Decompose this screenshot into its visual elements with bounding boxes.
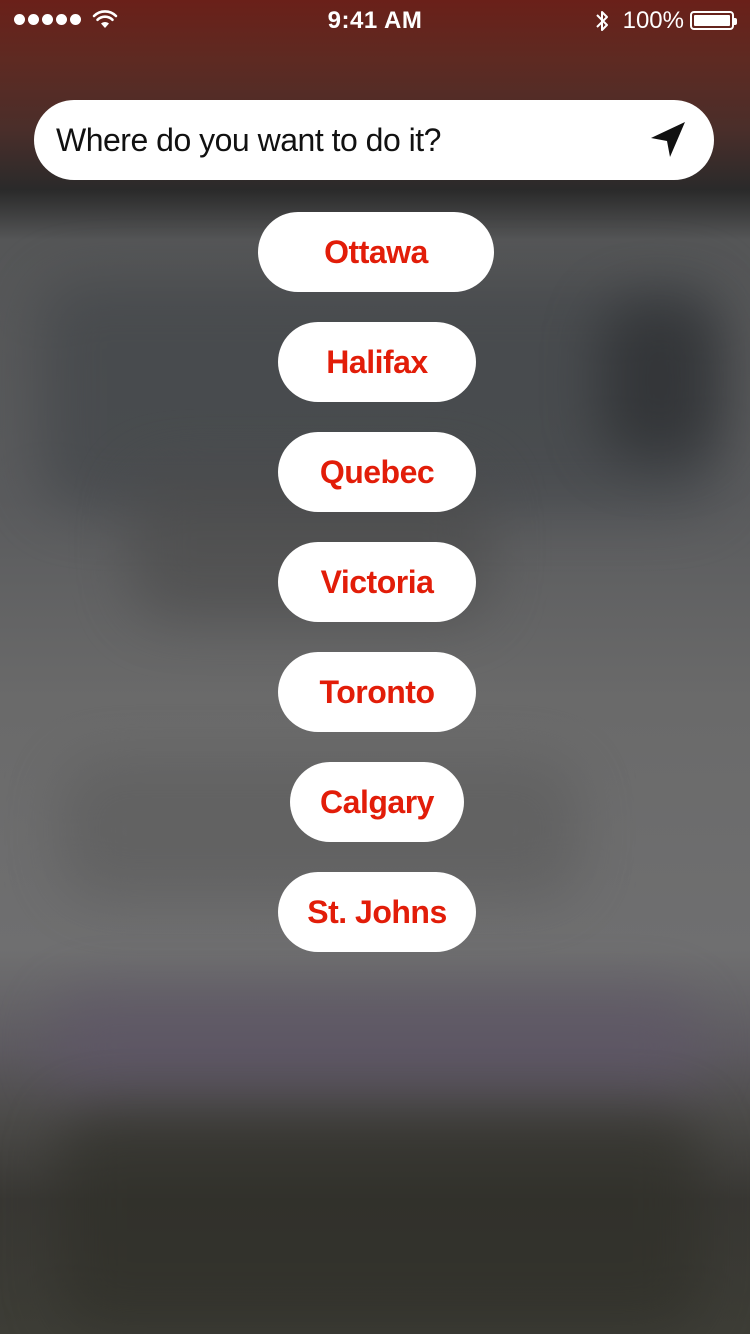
city-option-toronto[interactable]: Toronto xyxy=(278,652,476,732)
city-option-st-johns[interactable]: St. Johns xyxy=(278,872,476,952)
location-search-input[interactable] xyxy=(56,100,636,180)
background-shape xyxy=(50,990,700,1100)
city-option-victoria[interactable]: Victoria xyxy=(278,542,476,622)
background-shape xyxy=(60,1110,700,1330)
city-option-ottawa[interactable]: Ottawa xyxy=(258,212,494,292)
city-option-halifax[interactable]: Halifax xyxy=(278,322,476,402)
location-arrow-icon[interactable] xyxy=(646,118,690,162)
background-shape xyxy=(600,300,720,460)
city-option-calgary[interactable]: Calgary xyxy=(290,762,464,842)
battery-icon xyxy=(690,11,737,30)
status-bar: 9:41 AM 100% xyxy=(0,0,750,40)
battery-percentage: 100% xyxy=(622,7,684,34)
bluetooth-icon xyxy=(596,11,608,31)
city-option-quebec[interactable]: Quebec xyxy=(278,432,476,512)
location-search-bar xyxy=(34,100,714,180)
